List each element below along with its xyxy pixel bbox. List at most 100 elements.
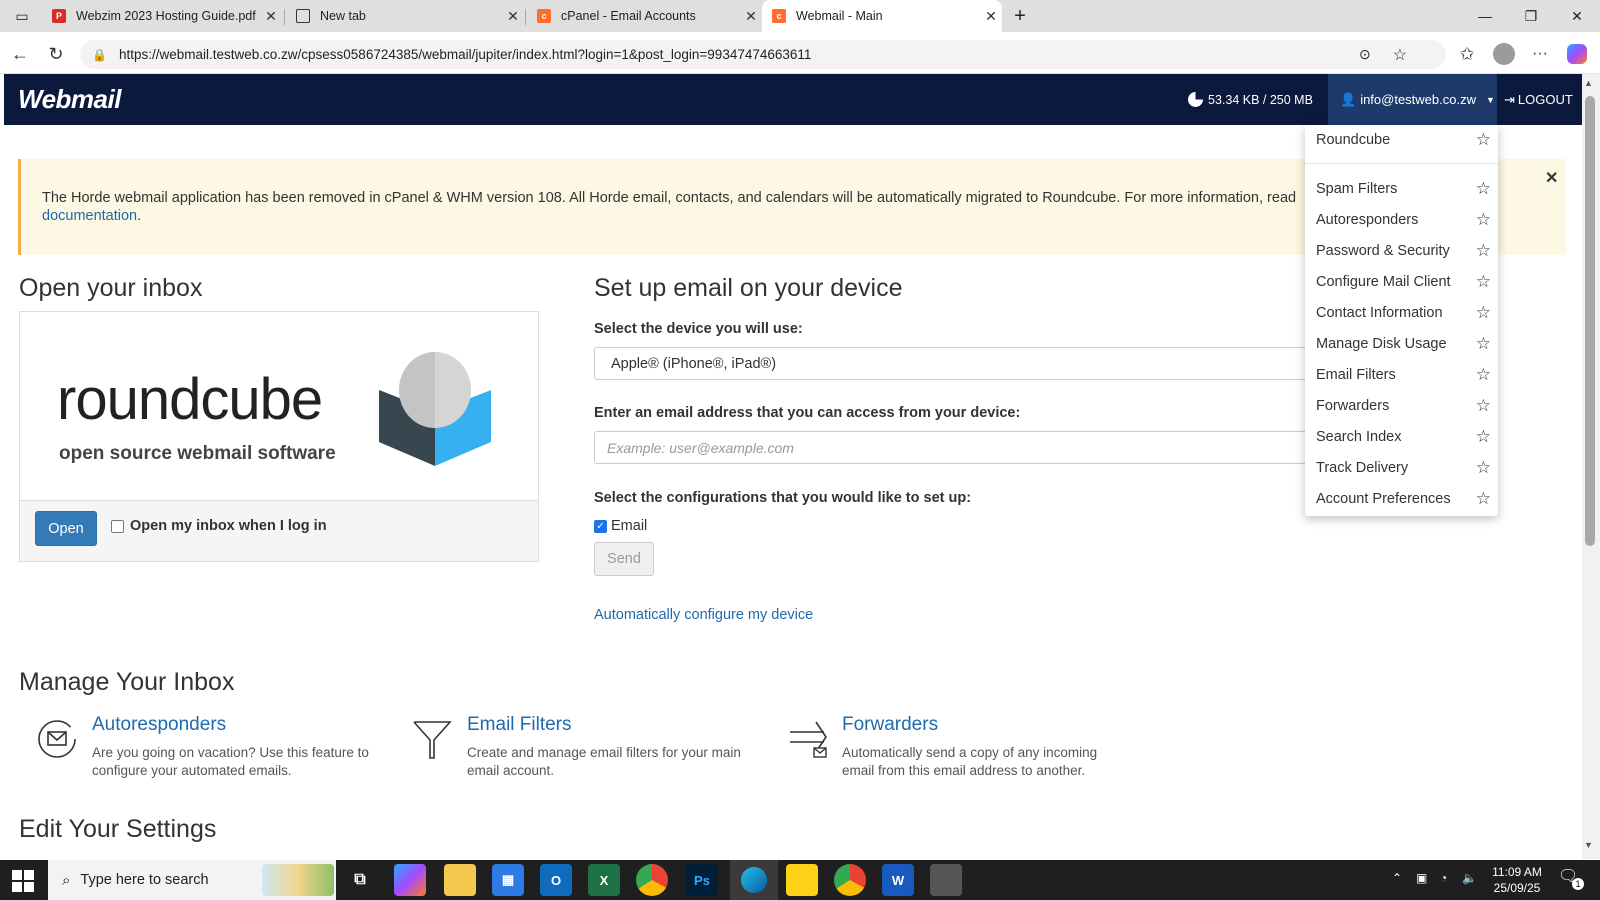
star-icon[interactable]: ☆ — [1476, 241, 1491, 261]
chrome-icon[interactable] — [636, 864, 668, 896]
menu-item-manage-disk-usage[interactable]: Manage Disk Usage ☆ — [1316, 329, 1491, 359]
edge-icon — [741, 867, 767, 893]
autoresponders-desc: Are you going on vacation? Use this feat… — [92, 745, 369, 778]
menu-item-autoresponders[interactable]: Autoresponders ☆ — [1316, 205, 1491, 235]
menu-item-password-security[interactable]: Password & Security ☆ — [1316, 236, 1491, 266]
back-arrow-icon[interactable]: ← — [6, 40, 34, 68]
task-view-icon[interactable]: ⧉ — [344, 864, 376, 896]
reader-icon[interactable]: ⊙ — [1359, 46, 1371, 63]
browser-tab-pdf[interactable]: P Webzim 2023 Hosting Guide.pdf ✕ — [42, 0, 282, 32]
tab-actions-icon[interactable]: ▭ — [4, 0, 40, 32]
favorite-star-icon[interactable]: ☆ — [1393, 45, 1407, 65]
menu-item-search-index[interactable]: Search Index ☆ — [1316, 422, 1491, 452]
email-address-input[interactable]: Example: user@example.com — [594, 431, 1314, 464]
copilot-app-icon[interactable] — [394, 864, 426, 896]
new-tab-plus-icon[interactable]: + — [1004, 0, 1036, 32]
autoresponders-link[interactable]: Autoresponders — [92, 714, 226, 736]
more-menu-icon[interactable]: ··· — [1526, 40, 1554, 68]
close-tab-icon[interactable]: ✕ — [260, 8, 282, 25]
star-icon[interactable]: ☆ — [1476, 427, 1491, 447]
scroll-down-icon[interactable]: ▼ — [1584, 840, 1593, 850]
clock[interactable]: 11:09 AM 25/09/25 — [1492, 864, 1542, 896]
close-alert-icon[interactable]: ✕ — [1545, 168, 1558, 188]
maximize-icon[interactable]: ❐ — [1508, 0, 1554, 32]
star-icon[interactable]: ☆ — [1476, 334, 1491, 354]
sticky-notes-icon[interactable] — [786, 864, 818, 896]
roundcube-wordmark[interactable]: roundcube — [57, 370, 323, 430]
email-filters-desc: Create and manage email filters for your… — [467, 745, 741, 778]
chrome-profile-icon[interactable] — [834, 864, 866, 896]
menu-item-account-preferences[interactable]: Account Preferences ☆ — [1316, 484, 1491, 514]
reload-icon[interactable]: ↻ — [42, 40, 70, 68]
star-icon[interactable]: ☆ — [1476, 130, 1491, 150]
star-icon[interactable]: ☆ — [1476, 272, 1491, 292]
menu-item-email-filters[interactable]: Email Filters ☆ — [1316, 360, 1491, 390]
browser-tab-cpanel[interactable]: c cPanel - Email Accounts ✕ — [527, 0, 762, 32]
windows-start-icon[interactable] — [10, 868, 36, 894]
minimize-icon[interactable]: — — [1462, 0, 1508, 32]
site-info-icon[interactable]: 🔒 — [92, 48, 107, 62]
star-icon[interactable]: ☆ — [1476, 458, 1491, 478]
auto-open-checkbox[interactable] — [111, 519, 124, 533]
menu-item-roundcube[interactable]: Roundcube ☆ — [1316, 125, 1491, 155]
show-hidden-icons[interactable]: ⌃ — [1392, 871, 1402, 885]
config-email-checkbox[interactable]: ✓ — [594, 519, 607, 533]
file-explorer-icon[interactable] — [444, 864, 476, 896]
menu-item-contact-information[interactable]: Contact Information ☆ — [1316, 298, 1491, 328]
url-field[interactable]: 🔒 https://webmail.testweb.co.zw/cpsess05… — [80, 40, 1446, 69]
device-icon[interactable]: ▣ — [1416, 871, 1427, 885]
disk-usage[interactable]: 53.34 KB / 250 MB — [1188, 74, 1318, 125]
close-tab-icon[interactable]: ✕ — [740, 8, 762, 25]
device-select[interactable]: Apple® (iPhone®, iPad®) — [594, 347, 1314, 380]
forwarders-link[interactable]: Forwarders — [842, 714, 938, 736]
star-icon[interactable]: ☆ — [1476, 210, 1491, 230]
outlook-icon[interactable]: O — [540, 864, 572, 896]
menu-item-configure-mail-client[interactable]: Configure Mail Client ☆ — [1316, 267, 1491, 297]
roundcube-tagline: open source webmail software — [59, 443, 336, 464]
edge-active-slot[interactable] — [730, 860, 778, 900]
favorites-icon[interactable]: ✩ — [1453, 40, 1481, 68]
send-button[interactable]: Send — [594, 542, 654, 576]
close-window-icon[interactable]: ✕ — [1554, 0, 1600, 32]
excel-icon[interactable]: X — [588, 864, 620, 896]
app-icon[interactable] — [930, 864, 962, 896]
pie-chart-icon — [1188, 92, 1203, 107]
close-tab-icon[interactable]: ✕ — [502, 8, 524, 25]
copilot-icon[interactable] — [1563, 40, 1591, 68]
star-icon[interactable]: ☆ — [1476, 303, 1491, 323]
star-icon[interactable]: ☆ — [1476, 396, 1491, 416]
device-label: Select the device you will use: — [594, 321, 803, 337]
documentation-link[interactable]: documentation — [42, 208, 137, 224]
menu-divider — [1305, 163, 1498, 164]
microsoft-store-icon[interactable]: ▦ — [492, 864, 524, 896]
autoresponder-icon — [38, 720, 76, 758]
logout-button[interactable]: ⇥ LOGOUT — [1504, 74, 1584, 125]
email-filters-link[interactable]: Email Filters — [467, 714, 572, 736]
photoshop-icon[interactable]: Ps — [686, 864, 718, 896]
menu-item-forwarders[interactable]: Forwarders ☆ — [1316, 391, 1491, 421]
browser-tab-webmail[interactable]: c Webmail - Main ✕ — [762, 0, 1002, 32]
webmail-logo[interactable]: Webmail — [18, 84, 121, 115]
search-highlight-icon[interactable] — [262, 864, 334, 896]
browser-tab-newtab[interactable]: New tab ✕ — [286, 0, 524, 32]
email-address-label: Enter an email address that you can acce… — [594, 405, 1021, 421]
open-inbox-heading: Open your inbox — [19, 274, 203, 302]
setup-heading: Set up email on your device — [594, 274, 903, 302]
menu-item-spam-filters[interactable]: Spam Filters ☆ — [1316, 174, 1491, 204]
star-icon[interactable]: ☆ — [1476, 489, 1491, 509]
close-tab-icon[interactable]: ✕ — [980, 8, 1002, 25]
star-icon[interactable]: ☆ — [1476, 179, 1491, 199]
star-icon[interactable]: ☆ — [1476, 365, 1491, 385]
auto-configure-link[interactable]: Automatically configure my device — [594, 607, 813, 623]
open-roundcube-button[interactable]: Open — [35, 511, 97, 546]
wifi-icon[interactable]: ◔ — [1440, 871, 1447, 885]
scroll-up-icon[interactable]: ▲ — [1584, 78, 1593, 88]
volume-icon[interactable]: 🔈 — [1462, 871, 1477, 885]
word-icon[interactable]: W — [882, 864, 914, 896]
config-label: Select the configurations that you would… — [594, 490, 972, 506]
menu-item-track-delivery[interactable]: Track Delivery ☆ — [1316, 453, 1491, 483]
scrollbar-thumb[interactable] — [1585, 96, 1595, 546]
notification-count-badge: 1 — [1572, 878, 1584, 890]
profile-avatar-icon[interactable] — [1490, 40, 1518, 68]
user-menu-button[interactable]: 👤 info@testweb.co.zw ▼ — [1328, 74, 1497, 125]
